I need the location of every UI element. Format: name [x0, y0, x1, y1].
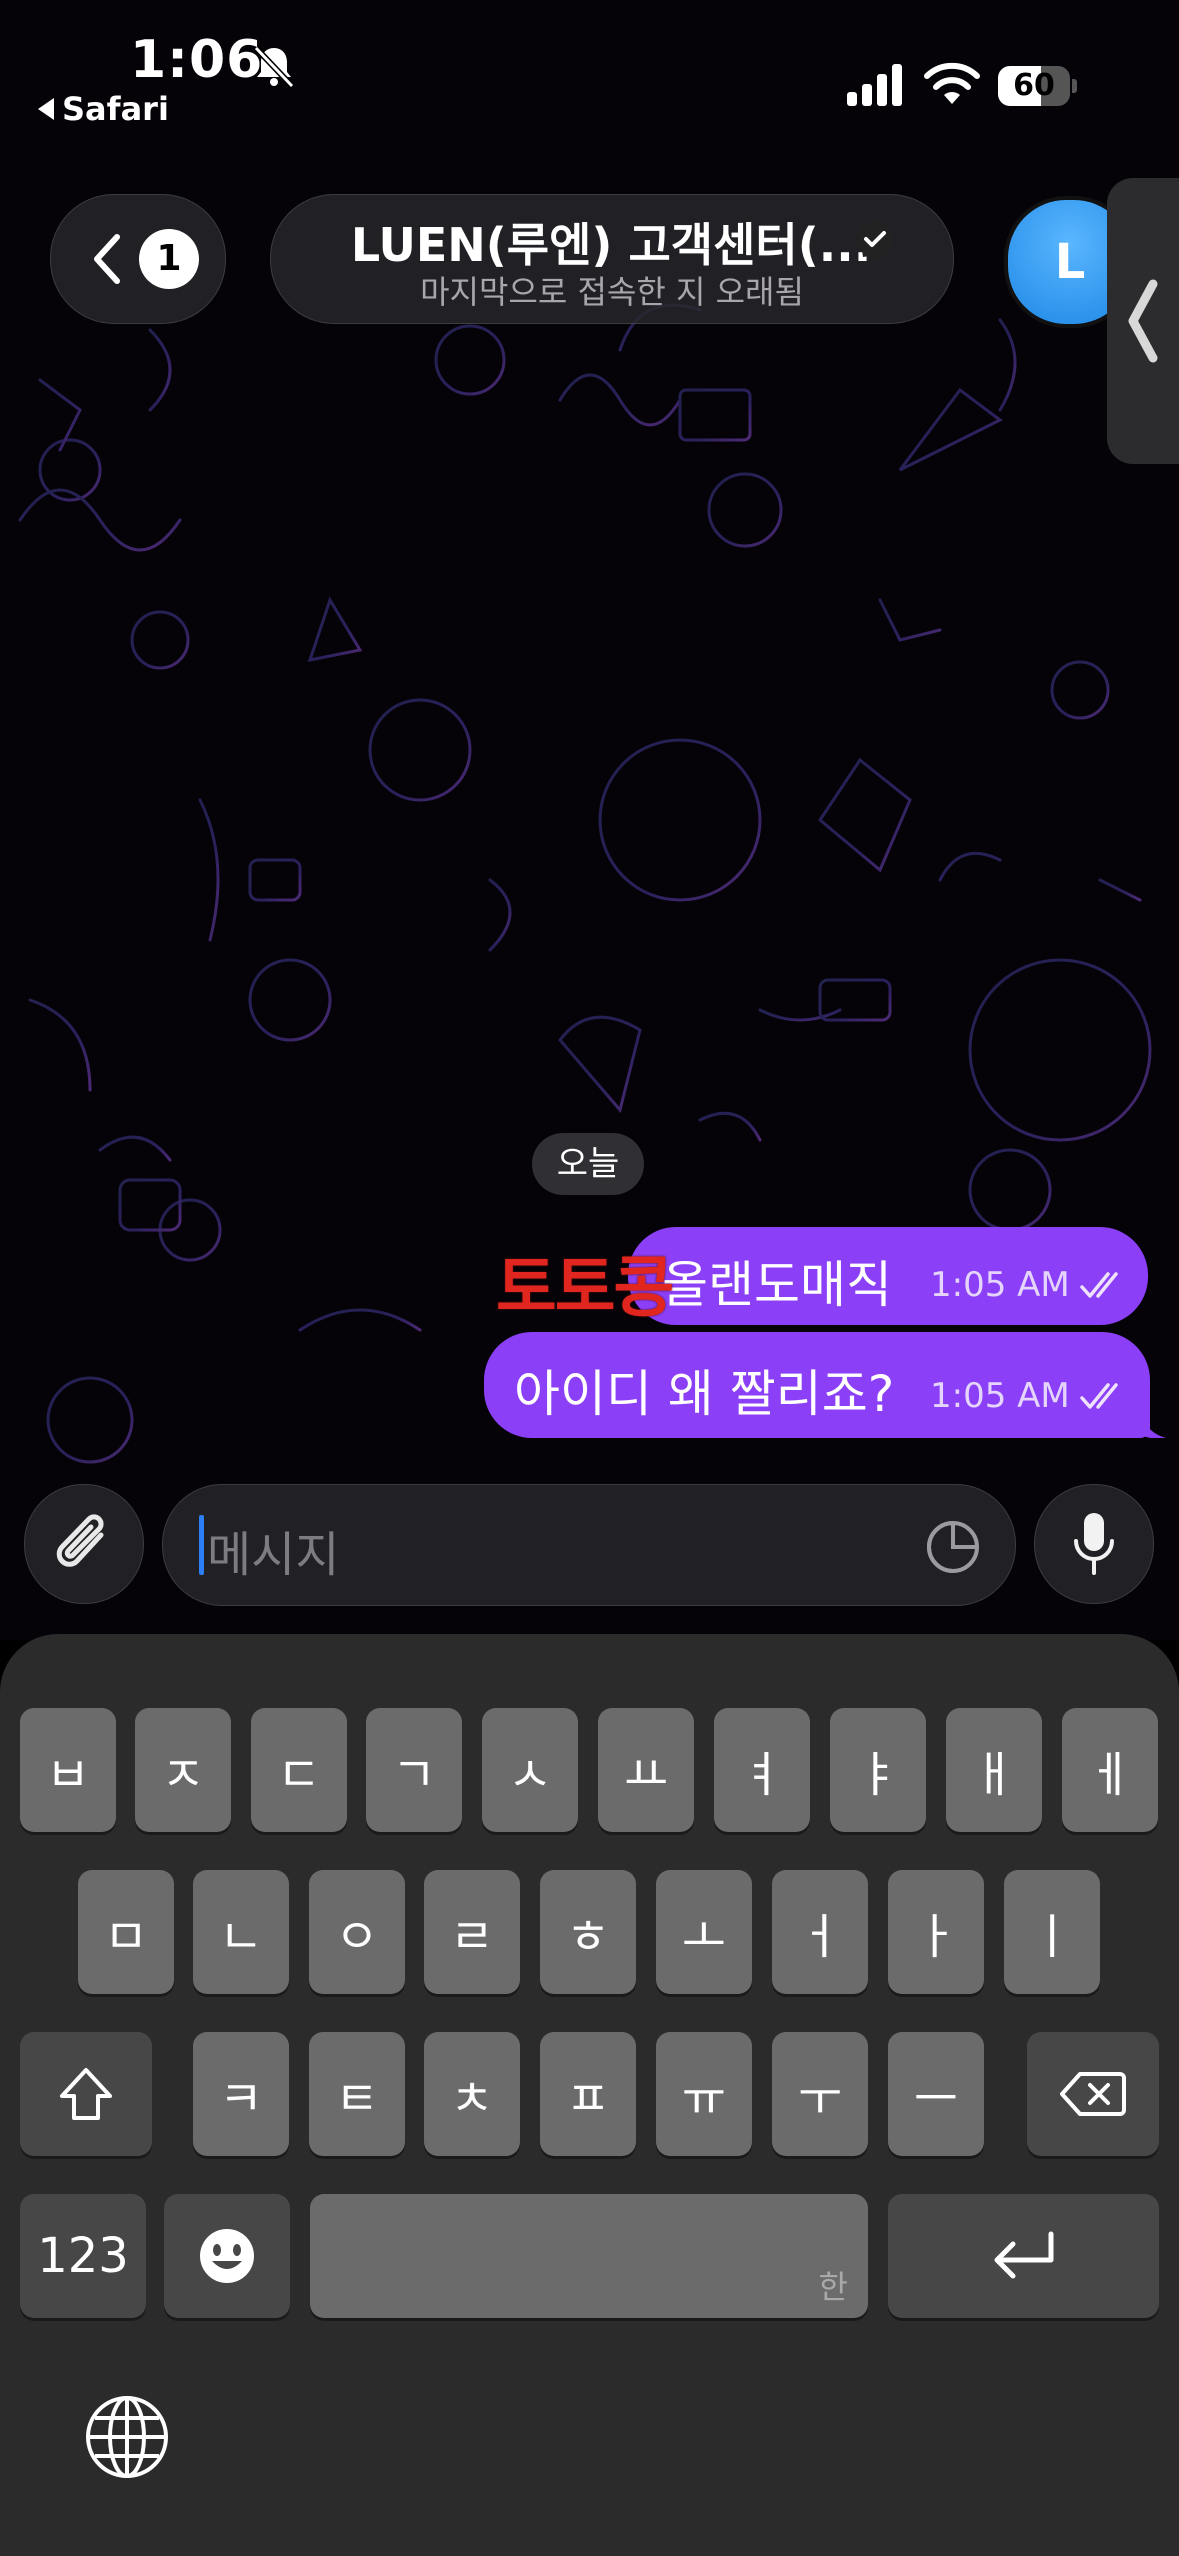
key[interactable]: ㅠ [656, 2032, 752, 2156]
status-time: 1:06 [130, 30, 264, 90]
safari-back-label: Safari [62, 90, 169, 128]
unread-count-badge: 1 [139, 229, 199, 289]
input-language-hint: 한 [818, 2268, 848, 2306]
message-time: 1:05 AM [930, 1265, 1070, 1305]
key[interactable]: ㅐ [946, 1708, 1042, 1832]
battery-icon: 60 [998, 66, 1077, 106]
key[interactable]: ㄷ [251, 1708, 347, 1832]
chevron-left-icon [94, 234, 120, 284]
key[interactable]: ㅔ [1062, 1708, 1158, 1832]
back-triangle-icon [38, 98, 54, 120]
key[interactable]: ㅜ [772, 2032, 868, 2156]
key[interactable]: ㅂ [20, 1708, 116, 1832]
key[interactable]: ㅡ [888, 2032, 984, 2156]
double-check-icon [1080, 1383, 1118, 1409]
paperclip-icon [56, 1514, 104, 1567]
text-caret [199, 1515, 204, 1575]
return-icon [994, 2231, 1053, 2279]
key[interactable]: ㅈ [135, 1708, 231, 1832]
key[interactable]: ㅕ [714, 1708, 810, 1832]
battery-level: 60 [1013, 68, 1055, 103]
chat-title-pill[interactable]: LUEN(루엔) 고객센터(... 마지막으로 접속한 지 오래됨 [270, 194, 954, 324]
bubble-tail [1140, 1408, 1166, 1438]
last-seen-status: 마지막으로 접속한 지 오래됨 [420, 273, 804, 311]
key[interactable]: ㅓ [772, 1870, 868, 1994]
key[interactable]: ㄹ [424, 1870, 520, 1994]
space-key[interactable]: 한 [310, 2194, 868, 2318]
key[interactable]: ㅑ [830, 1708, 926, 1832]
numbers-key[interactable]: 123 [20, 2194, 146, 2318]
key[interactable]: ㅣ [1004, 1870, 1100, 1994]
key[interactable]: ㅁ [78, 1870, 174, 1994]
message-text: 올랜도매직 [662, 1256, 892, 1314]
outgoing-message[interactable]: 올랜도매직 1:05 AM [628, 1227, 1148, 1325]
wifi-icon [924, 62, 980, 104]
key[interactable]: ㅗ [656, 1870, 752, 1994]
side-panel-handle[interactable] [1107, 178, 1179, 464]
shift-key[interactable] [20, 2032, 152, 2156]
key[interactable]: ㅌ [309, 2032, 405, 2156]
signal-icon [847, 64, 902, 106]
date-separator: 오늘 [532, 1133, 644, 1195]
key[interactable]: ㅅ [482, 1708, 578, 1832]
verified-badge-icon [856, 219, 894, 261]
key[interactable]: ㅍ [540, 2032, 636, 2156]
voice-message-button[interactable] [1034, 1484, 1154, 1604]
message-text: 아이디 왜 짤리죠? [514, 1365, 895, 1423]
key[interactable]: ㄴ [193, 1870, 289, 1994]
key[interactable]: ㅛ [598, 1708, 694, 1832]
emoji-icon [200, 2229, 254, 2283]
backspace-icon [1060, 2072, 1126, 2116]
sticker-overlay: 토토콩 [496, 1249, 674, 1326]
key[interactable]: ㅎ [540, 1870, 636, 1994]
globe-icon[interactable] [84, 2394, 170, 2480]
message-input[interactable]: 메시지 [162, 1484, 1016, 1606]
key[interactable]: ㅊ [424, 2032, 520, 2156]
key[interactable]: ㅇ [309, 1870, 405, 1994]
back-button[interactable]: 1 [50, 194, 226, 324]
safari-back-link[interactable]: Safari [38, 90, 169, 128]
keyboard: ㅂ ㅈ ㄷ ㄱ ㅅ ㅛ ㅕ ㅑ ㅐ ㅔ ㅁ ㄴ ㅇ ㄹ ㅎ ㅗ ㅓ ㅏ ㅣ ㅋ … [0, 1634, 1179, 2556]
chevron-left-icon [1128, 279, 1158, 363]
outgoing-message[interactable]: 아이디 왜 짤리죠? 1:05 AM [484, 1332, 1150, 1438]
key[interactable]: ㅏ [888, 1870, 984, 1994]
return-key[interactable] [888, 2194, 1159, 2318]
message-placeholder: 메시지 [207, 1527, 340, 1583]
attach-button[interactable] [24, 1484, 144, 1604]
message-time: 1:05 AM [930, 1376, 1070, 1416]
emoji-key[interactable] [164, 2194, 290, 2318]
double-check-icon [1080, 1272, 1118, 1298]
shift-arrow-icon [60, 2068, 112, 2120]
chat-title: LUEN(루엔) 고객센터(... [350, 218, 872, 272]
backspace-key[interactable] [1027, 2032, 1159, 2156]
key[interactable]: ㄱ [366, 1708, 462, 1832]
key[interactable]: ㅋ [193, 2032, 289, 2156]
mic-icon [1074, 1513, 1114, 1575]
sticker-icon[interactable] [925, 1519, 981, 1575]
bell-slash-icon [253, 45, 295, 89]
